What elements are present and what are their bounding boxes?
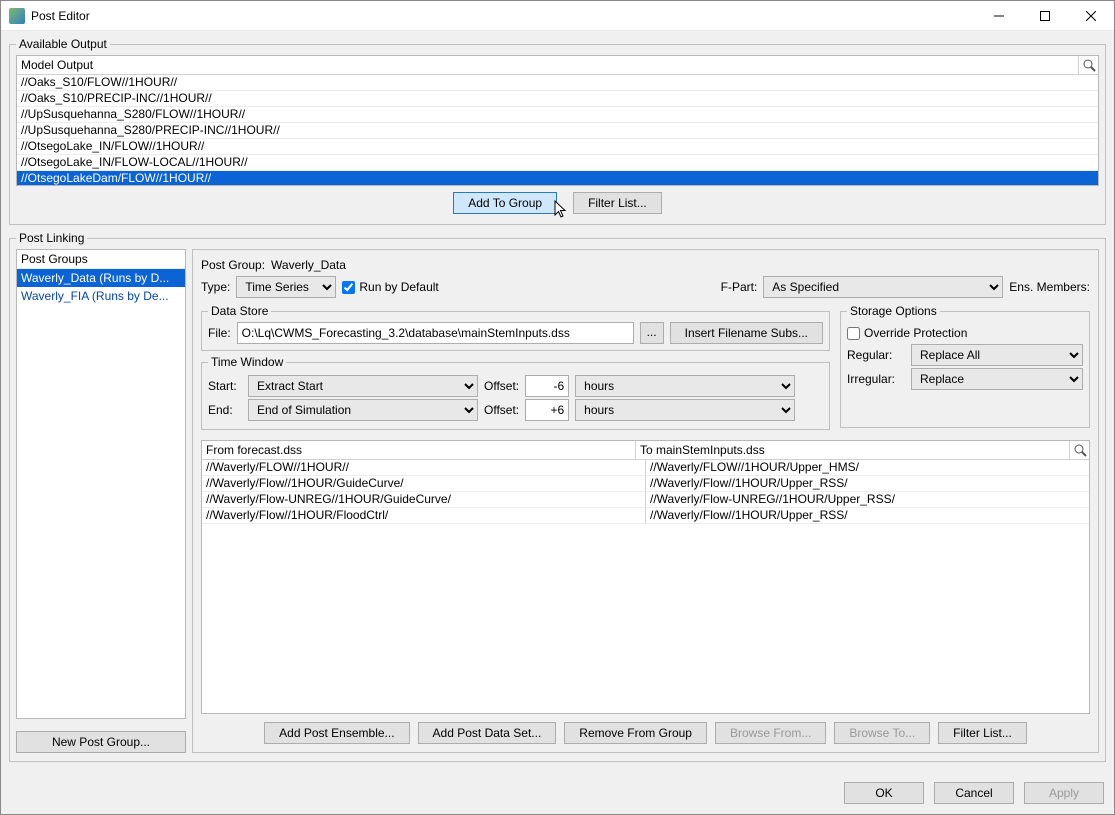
start-select[interactable]: Extract Start: [248, 375, 478, 397]
fpart-label: F-Part:: [721, 280, 758, 294]
ok-button[interactable]: OK: [844, 782, 924, 804]
mapping-row[interactable]: //Waverly/Flow-UNREG//1HOUR/GuideCurve//…: [202, 492, 1089, 508]
to-column-header[interactable]: To mainStemInputs.dss: [636, 441, 1069, 459]
mapping-row[interactable]: //Waverly/Flow//1HOUR/GuideCurve///Waver…: [202, 476, 1089, 492]
ens-members-label: Ens. Members:: [1009, 280, 1090, 294]
available-output-group: Available Output Model Output //Oaks_S10…: [9, 37, 1106, 225]
filter-list-button[interactable]: Filter List...: [938, 722, 1027, 744]
type-label: Type:: [201, 280, 230, 294]
apply-button[interactable]: Apply: [1024, 782, 1104, 804]
browse-to-button[interactable]: Browse To...: [834, 722, 930, 744]
regular-label: Regular:: [847, 348, 905, 362]
file-label: File:: [208, 326, 231, 340]
run-by-default-checkbox[interactable]: Run by Default: [342, 280, 438, 294]
post-linking-legend: Post Linking: [16, 231, 87, 245]
mapping-row[interactable]: //Waverly/Flow//1HOUR/FloodCtrl///Waverl…: [202, 508, 1089, 524]
model-output-row[interactable]: //OtsegoLakeDam/FLOW//1HOUR//: [17, 171, 1098, 185]
model-output-table: Model Output //Oaks_S10/FLOW//1HOUR////O…: [16, 55, 1099, 186]
model-output-row[interactable]: //UpSusquehanna_S280/FLOW//1HOUR//: [17, 107, 1098, 123]
end-select[interactable]: End of Simulation: [248, 399, 478, 421]
post-group-details: Post Group: Waverly_Data Type: Time Seri…: [192, 249, 1099, 753]
post-group-name: Waverly_Data: [271, 258, 346, 272]
file-browse-button[interactable]: ...: [640, 322, 664, 344]
file-field[interactable]: [237, 322, 634, 344]
regular-select[interactable]: Replace All: [911, 344, 1083, 366]
type-select[interactable]: Time Series: [236, 276, 336, 298]
browse-from-button[interactable]: Browse From...: [715, 722, 826, 744]
post-linking-group: Post Linking Post Groups Waverly_Data (R…: [9, 231, 1106, 762]
irregular-select[interactable]: Replace: [911, 368, 1083, 390]
cancel-button[interactable]: Cancel: [934, 782, 1014, 804]
add-post-ensemble-button[interactable]: Add Post Ensemble...: [264, 722, 409, 744]
time-window-legend: Time Window: [208, 355, 286, 369]
maximize-button[interactable]: [1022, 1, 1068, 31]
data-store-legend: Data Store: [208, 304, 271, 318]
search-icon[interactable]: [1069, 441, 1089, 459]
new-post-group-button[interactable]: New Post Group...: [16, 731, 186, 753]
model-output-row[interactable]: //Oaks_S10/FLOW//1HOUR//: [17, 75, 1098, 91]
app-icon: [9, 8, 25, 24]
storage-options-group: Storage Options Override Protection Regu…: [840, 304, 1090, 428]
start-offset-field[interactable]: [525, 375, 569, 397]
model-output-row[interactable]: //OtsegoLake_IN/FLOW//1HOUR//: [17, 139, 1098, 155]
end-offset-field[interactable]: [525, 399, 569, 421]
fpart-select[interactable]: As Specified: [763, 276, 1003, 298]
model-output-row[interactable]: //Oaks_S10/PRECIP-INC//1HOUR//: [17, 91, 1098, 107]
insert-filename-subs-button[interactable]: Insert Filename Subs...: [670, 322, 823, 344]
filter-list-button[interactable]: Filter List...: [573, 192, 662, 214]
window-title: Post Editor: [31, 9, 976, 23]
end-label: End:: [208, 403, 242, 417]
model-output-list[interactable]: //Oaks_S10/FLOW//1HOUR////Oaks_S10/PRECI…: [17, 75, 1098, 185]
post-group-item[interactable]: Waverly_Data (Runs by D...: [17, 269, 185, 287]
titlebar: Post Editor: [1, 1, 1114, 31]
add-post-data-set-button[interactable]: Add Post Data Set...: [418, 722, 557, 744]
end-offset-unit[interactable]: hours: [575, 399, 795, 421]
post-groups-header: Post Groups: [17, 250, 185, 269]
model-output-column-header[interactable]: Model Output: [17, 56, 1078, 74]
mapping-list[interactable]: //Waverly/FLOW//1HOUR////Waverly/FLOW//1…: [202, 460, 1089, 713]
from-column-header[interactable]: From forecast.dss: [202, 441, 636, 459]
end-offset-label: Offset:: [484, 403, 519, 417]
start-offset-label: Offset:: [484, 379, 519, 393]
irregular-label: Irregular:: [847, 372, 905, 386]
storage-options-legend: Storage Options: [847, 304, 940, 318]
search-icon[interactable]: [1078, 56, 1098, 74]
model-output-row[interactable]: //UpSusquehanna_S280/PRECIP-INC//1HOUR//: [17, 123, 1098, 139]
post-group-label: Post Group:: [201, 258, 265, 272]
model-output-row[interactable]: //OtsegoLake_IN/FLOW-LOCAL//1HOUR//: [17, 155, 1098, 171]
close-button[interactable]: [1068, 1, 1114, 31]
start-label: Start:: [208, 379, 242, 393]
start-offset-unit[interactable]: hours: [575, 375, 795, 397]
time-window-group: Time Window Start: Extract Start Offset:…: [201, 355, 830, 430]
remove-from-group-button[interactable]: Remove From Group: [564, 722, 707, 744]
mapping-table: From forecast.dss To mainStemInputs.dss …: [201, 440, 1090, 714]
post-groups-list[interactable]: Post Groups Waverly_Data (Runs by D...Wa…: [16, 249, 186, 719]
post-editor-window: Post Editor Available Output Model Outpu…: [0, 0, 1115, 815]
mapping-row[interactable]: //Waverly/FLOW//1HOUR////Waverly/FLOW//1…: [202, 460, 1089, 476]
available-output-legend: Available Output: [16, 37, 110, 51]
data-store-group: Data Store File: ... Insert Filename Sub…: [201, 304, 830, 351]
override-protection-checkbox[interactable]: Override Protection: [847, 326, 1083, 340]
post-group-item[interactable]: Waverly_FIA (Runs by De...: [17, 287, 185, 305]
minimize-button[interactable]: [976, 1, 1022, 31]
add-to-group-button[interactable]: Add To Group: [453, 192, 557, 214]
post-groups-pane: Post Groups Waverly_Data (Runs by D...Wa…: [16, 249, 186, 753]
